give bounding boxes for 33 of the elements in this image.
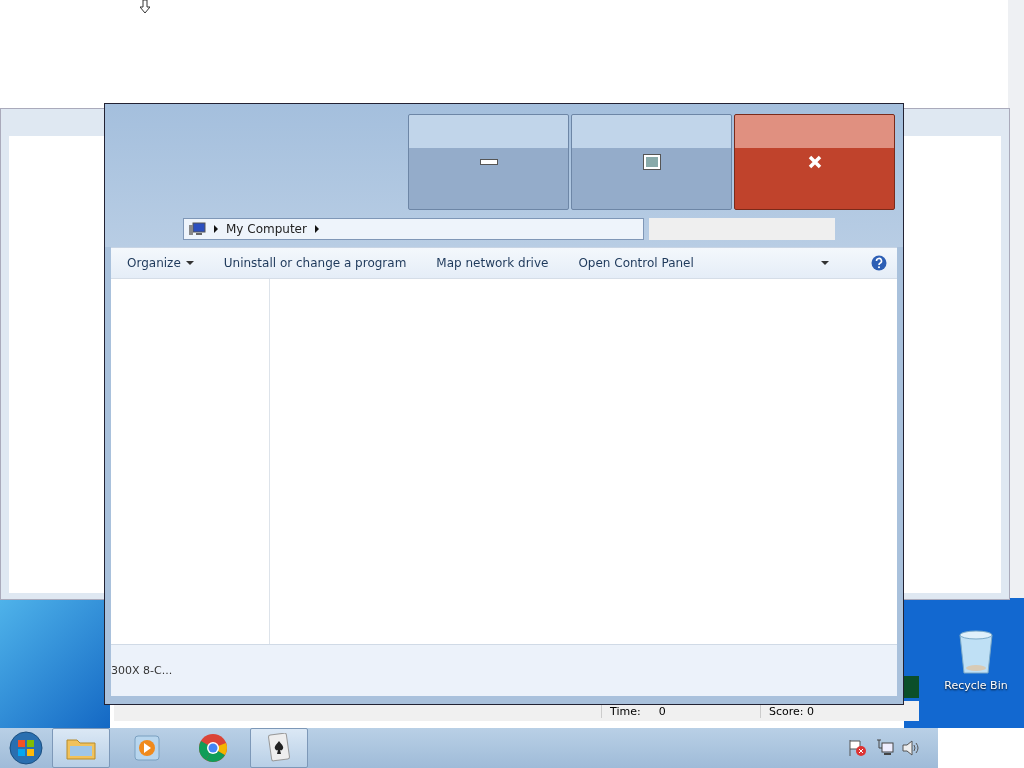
search-field[interactable] [649,218,835,240]
details-text: 300X 8-C... [111,664,173,677]
close-icon [806,154,823,170]
breadcrumb-item[interactable]: My Computer [226,222,307,236]
playing-card-icon [267,733,291,763]
shortcut-label: Recycle Bin [944,679,1008,692]
status-label: Time: [610,704,641,718]
start-button[interactable] [8,730,44,766]
status-value: 0 [658,704,666,718]
taskbar-button[interactable] [250,728,308,768]
flag-error-icon[interactable] [848,739,868,757]
status-label: Score: 0 [769,704,814,718]
chevron-icon [314,225,319,233]
network-icon[interactable] [876,739,894,757]
address-bar[interactable]: My Computer [183,218,644,240]
toolbar-button[interactable]: Organize [127,252,194,274]
minimize-button[interactable] [408,114,569,210]
game-table-edge [904,676,919,698]
help-icon[interactable] [871,255,887,271]
play-icon [134,735,160,761]
toolbar-button[interactable]: Map network drive [436,252,549,274]
close-button[interactable] [734,114,895,210]
view-dropdown-icon[interactable] [821,261,829,265]
computer-icon [188,222,206,236]
trash-bin-icon [957,630,995,676]
toolbar-button[interactable]: Uninstall or change a program [223,252,407,274]
browser-icon [198,733,228,763]
toolbar-button[interactable]: Open Control Panel [578,252,694,274]
maximize-button[interactable] [571,114,732,210]
folder-icon [66,736,96,760]
speaker-icon[interactable] [902,739,920,757]
desktop-shortcut[interactable]: Recycle Bin [940,630,1012,692]
chevron-icon [214,225,218,233]
